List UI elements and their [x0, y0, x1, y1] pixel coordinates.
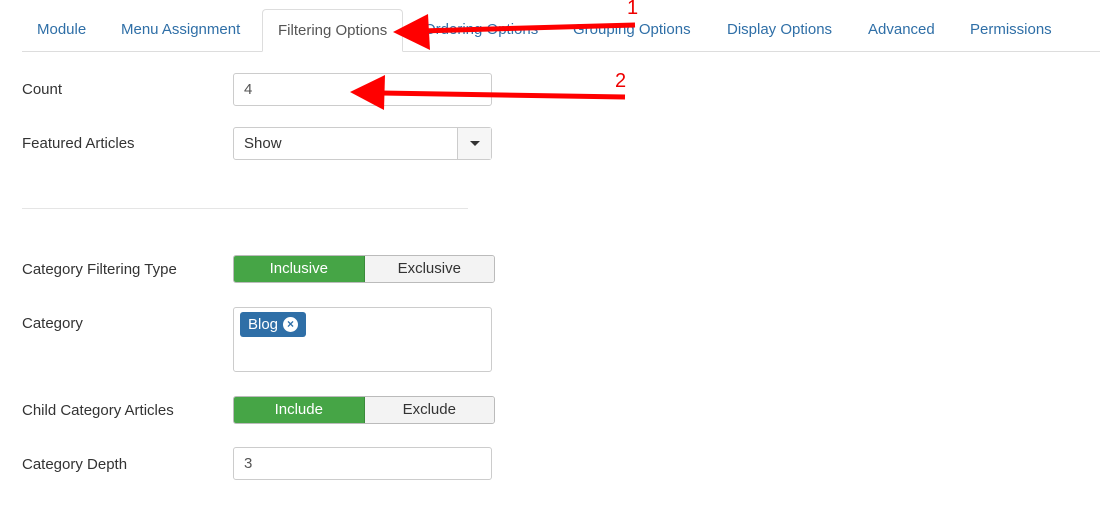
inclusive-button[interactable]: Inclusive	[234, 256, 365, 282]
count-label: Count	[22, 81, 63, 98]
category-multiselect[interactable]: Blog ×	[233, 307, 492, 372]
annotation-number-1: 1	[627, 0, 639, 19]
category-depth-label: Category Depth	[22, 456, 128, 473]
featured-articles-select[interactable]: Show	[233, 127, 492, 160]
tab-advanced[interactable]: Advanced	[853, 9, 950, 52]
category-tag: Blog ×	[240, 312, 307, 337]
category-filtering-type-toggle: Inclusive Exclusive	[233, 255, 495, 283]
tab-menu-assignment[interactable]: Menu Assignment	[106, 9, 255, 52]
remove-tag-icon[interactable]: ×	[283, 317, 299, 332]
divider	[22, 208, 468, 209]
featured-articles-label: Featured Articles	[22, 135, 135, 152]
annotation-number-2: 2	[615, 70, 627, 92]
count-input[interactable]: 4	[233, 73, 492, 106]
category-filtering-type-label: Category Filtering Type	[22, 261, 177, 278]
child-category-articles-toggle: Include Exclude	[233, 396, 495, 424]
tab-ordering-options[interactable]: Ordering Options	[409, 9, 553, 52]
chevron-down-icon[interactable]	[457, 128, 491, 159]
exclude-button[interactable]: Exclude	[364, 397, 494, 423]
featured-articles-value: Show	[244, 135, 282, 152]
tab-module[interactable]: Module	[22, 9, 101, 52]
tab-bar: Module Menu Assignment Filtering Options…	[22, 9, 1100, 52]
category-depth-input[interactable]: 3	[233, 447, 492, 480]
category-tag-label: Blog	[248, 316, 279, 333]
category-label: Category	[22, 315, 83, 332]
tab-permissions[interactable]: Permissions	[955, 9, 1067, 52]
include-button[interactable]: Include	[234, 397, 365, 423]
tab-filtering-options[interactable]: Filtering Options	[262, 9, 404, 52]
exclusive-button[interactable]: Exclusive	[364, 256, 494, 282]
child-category-articles-label: Child Category Articles	[22, 402, 174, 419]
tab-display-options[interactable]: Display Options	[712, 9, 847, 52]
